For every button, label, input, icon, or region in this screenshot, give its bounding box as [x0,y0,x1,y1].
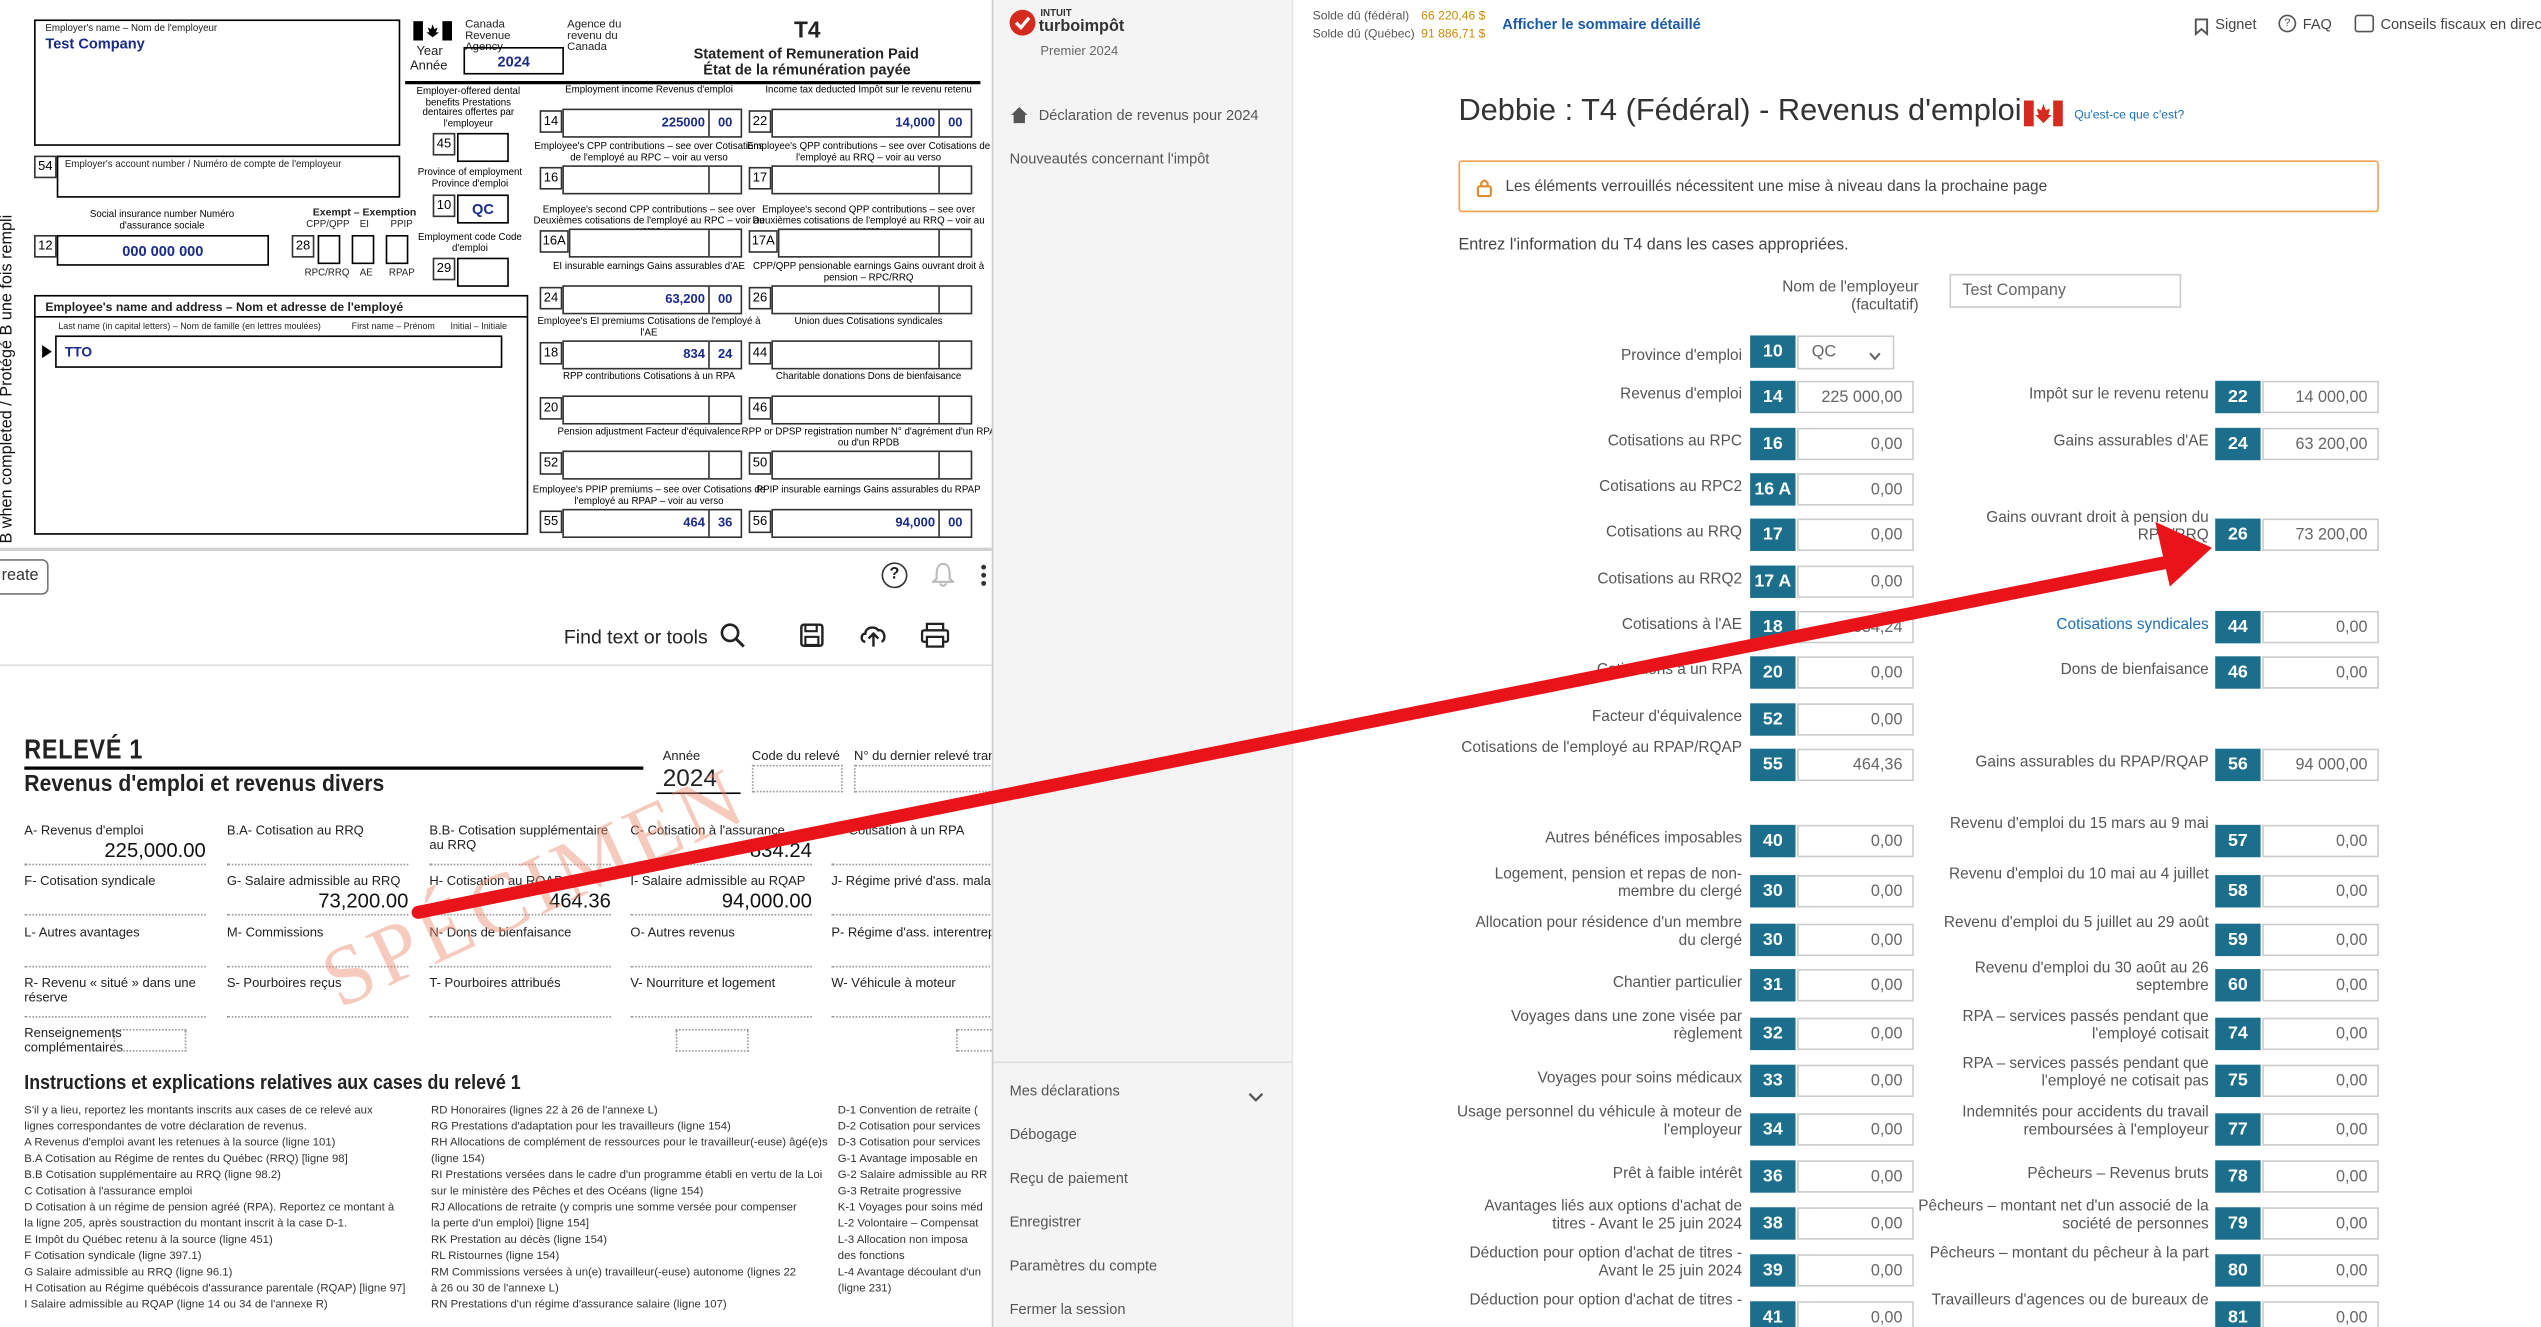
red-arrow-annotation [411,521,2212,919]
arrow-shaft [411,550,2198,919]
arrow-head-icon [2155,521,2212,587]
